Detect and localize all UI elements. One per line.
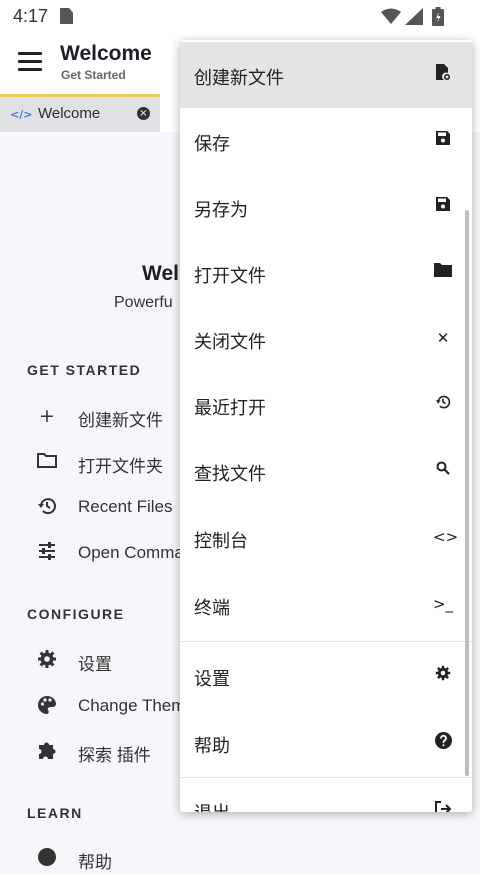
tab-label: Welcome — [38, 105, 101, 122]
plus-icon: + — [39, 405, 55, 427]
item-label: Change Them — [78, 696, 186, 715]
save-icon — [433, 130, 453, 150]
welcome-heading: Wel — [142, 262, 179, 285]
signal-icon — [405, 8, 423, 25]
close-icon: ✕ — [436, 329, 450, 347]
welcome-subheading: Powerfu — [114, 294, 173, 311]
battery-icon — [432, 7, 444, 26]
menu-item-label: 最近打开 — [194, 398, 266, 419]
exit-icon — [433, 801, 453, 812]
overflow-menu: 创建新文件 保存 另存为 打开文件 关闭文件 ✕ 最近打开 查找文件 控制台 <… — [180, 40, 472, 812]
menu-item-terminal[interactable]: 终端 >_ — [180, 572, 472, 638]
menu-item-label: 查找文件 — [194, 464, 266, 485]
section-get-started: GET STARTED — [27, 362, 142, 378]
menu-divider — [180, 777, 472, 778]
menu-divider — [180, 641, 472, 642]
gear-icon — [433, 665, 453, 685]
section-learn: LEARN — [27, 805, 83, 821]
menu-item-new-file[interactable]: 创建新文件 — [180, 42, 472, 108]
menu-item-settings[interactable]: 设置 — [180, 643, 472, 709]
save-as-icon — [433, 196, 453, 216]
menu-item-label: 保存 — [194, 134, 230, 155]
item-label: 打开文件夹 — [78, 457, 163, 476]
help-icon — [433, 732, 453, 752]
item-label: Recent Files — [78, 497, 173, 516]
gear-icon — [36, 649, 58, 671]
puzzle-icon — [36, 740, 58, 762]
folder-icon — [36, 451, 58, 473]
menu-item-exit[interactable]: 退出 — [180, 779, 472, 812]
search-icon — [433, 460, 453, 480]
menu-item-open-file[interactable]: 打开文件 — [180, 240, 472, 306]
menu-item-label: 帮助 — [194, 736, 230, 757]
item-label: 探索 插件 — [78, 746, 151, 765]
sim-card-icon — [60, 8, 73, 24]
help-icon — [36, 847, 58, 869]
menu-item-label: 关闭文件 — [194, 332, 266, 353]
tab-close-icon[interactable]: × — [137, 107, 150, 120]
menu-item-find-file[interactable]: 查找文件 — [180, 438, 472, 504]
menu-item-close-file[interactable]: 关闭文件 ✕ — [180, 306, 472, 372]
menu-item-label: 控制台 — [194, 531, 248, 552]
menu-item-recent[interactable]: 最近打开 — [180, 372, 472, 438]
palette-icon — [36, 695, 58, 717]
page-title: Welcome — [60, 42, 152, 65]
item-label: 创建新文件 — [78, 411, 163, 430]
menu-item-label: 另存为 — [194, 200, 248, 221]
hamburger-menu-icon[interactable] — [18, 52, 42, 76]
item-label: 设置 — [78, 655, 112, 674]
code-file-icon: </> — [10, 108, 33, 121]
status-bar: 4:17 — [0, 0, 480, 34]
menu-item-label: 退出 — [194, 799, 230, 812]
menu-item-console[interactable]: 控制台 <> — [180, 505, 472, 571]
status-time: 4:17 — [13, 6, 49, 26]
menu-item-label: 创建新文件 — [194, 68, 284, 89]
page-subtitle: Get Started — [61, 68, 126, 82]
menu-item-label: 打开文件 — [194, 266, 266, 287]
menu-item-save[interactable]: 保存 — [180, 108, 472, 174]
history-icon — [36, 496, 58, 518]
menu-scrollbar[interactable] — [465, 210, 469, 776]
learn-help[interactable]: 帮助 — [36, 842, 336, 874]
menu-item-help[interactable]: 帮助 — [180, 710, 472, 776]
tune-icon — [36, 542, 58, 564]
code-icon: <> — [433, 528, 459, 546]
menu-item-save-as[interactable]: 另存为 — [180, 174, 472, 240]
tab-welcome[interactable]: </> Welcome × — [0, 94, 160, 132]
item-label: Open Comma — [78, 543, 184, 562]
history-icon — [433, 394, 453, 414]
wifi-icon — [381, 8, 401, 24]
folder-icon — [433, 262, 453, 282]
section-configure: CONFIGURE — [27, 606, 125, 622]
new-file-icon — [433, 64, 453, 84]
terminal-icon: >_ — [433, 595, 454, 613]
menu-item-label: 终端 — [194, 598, 230, 619]
item-label: 帮助 — [78, 853, 112, 872]
menu-item-label: 设置 — [194, 669, 230, 690]
